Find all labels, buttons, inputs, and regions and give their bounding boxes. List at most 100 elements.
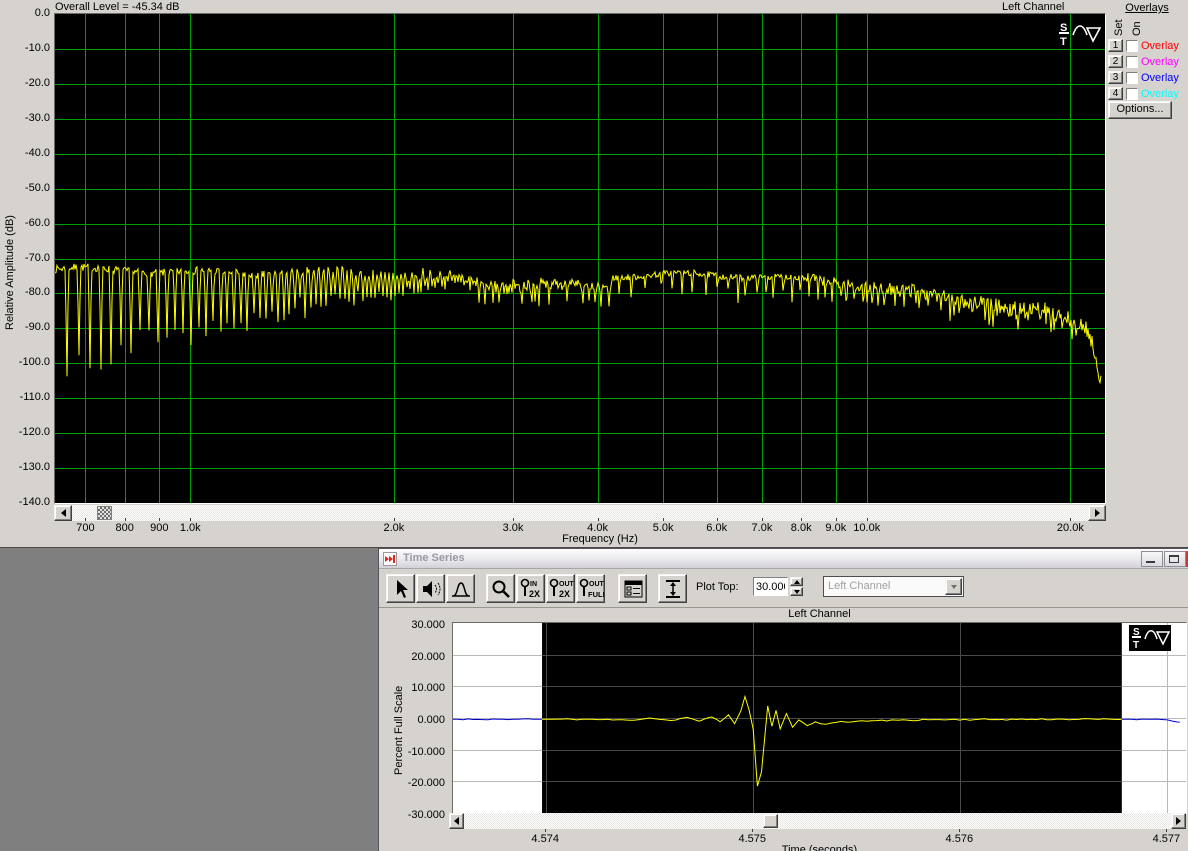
speaker-tool-button[interactable] bbox=[416, 574, 445, 603]
spectrum-plot[interactable]: S T bbox=[54, 13, 1106, 504]
channel-select-value: Left Channel bbox=[828, 580, 890, 592]
left-arrow-icon bbox=[454, 817, 459, 825]
scrollbar-thumb[interactable] bbox=[763, 814, 778, 828]
y-tick-label: -110.0 bbox=[0, 391, 50, 403]
x-tick bbox=[1166, 829, 1167, 832]
zoom-out-full-button[interactable]: OUT FULL bbox=[576, 574, 605, 603]
overlay-set-1-button[interactable]: 1 bbox=[1108, 39, 1123, 52]
plot-top-spinner bbox=[790, 577, 803, 596]
y-tick-label: 10.000 bbox=[379, 682, 445, 694]
channel-select[interactable]: Left Channel bbox=[823, 576, 964, 597]
application-screen: Overall Level = -45.34 dB Left Channel S… bbox=[0, 0, 1188, 851]
y-tick-label: -100.0 bbox=[0, 356, 50, 368]
sine-scale-icon: ST bbox=[1129, 625, 1171, 651]
overlay-set-4-button[interactable]: 4 bbox=[1108, 87, 1123, 100]
overlay-on-2-checkbox[interactable] bbox=[1126, 56, 1138, 68]
y-tick-label: -20.000 bbox=[379, 777, 445, 789]
svg-text:T: T bbox=[1060, 36, 1067, 48]
svg-text:2X: 2X bbox=[529, 589, 540, 599]
spinner-down-button[interactable] bbox=[790, 587, 803, 596]
x-tick bbox=[762, 518, 763, 521]
x-tick bbox=[394, 518, 395, 521]
combo-dropdown-button[interactable] bbox=[945, 578, 962, 595]
overlay-row-2: 2 Overlay bbox=[1108, 54, 1179, 69]
zoom-tool-button[interactable] bbox=[486, 574, 515, 603]
overlay-row-4: 4 Overlay bbox=[1108, 86, 1179, 101]
zoom-out-2x-button[interactable]: OUT 2X bbox=[546, 574, 575, 603]
overall-level-readout: Overall Level = -45.34 dB bbox=[55, 1, 179, 13]
y-tick-label: -140.0 bbox=[0, 496, 50, 508]
x-tick bbox=[85, 518, 86, 521]
x-tick bbox=[513, 518, 514, 521]
time-series-titlebar[interactable]: Time Series bbox=[379, 549, 1188, 569]
time-series-h-scrollbar[interactable] bbox=[449, 813, 1186, 829]
overlay-on-3-checkbox[interactable] bbox=[1126, 72, 1138, 84]
y-tick-label: -10.000 bbox=[379, 746, 445, 758]
right-arrow-icon bbox=[1095, 509, 1100, 517]
overlay-set-2-button[interactable]: 2 bbox=[1108, 55, 1123, 68]
overlay-on-4-checkbox[interactable] bbox=[1126, 88, 1138, 100]
spectrum-plot-svg bbox=[55, 14, 1105, 503]
minimize-icon bbox=[1146, 561, 1155, 563]
time-series-toolbar: IN 2X OUT 2X OUT FULL bbox=[379, 569, 1188, 608]
overlay-2-label: Overlay bbox=[1141, 56, 1179, 68]
x-tick bbox=[717, 518, 718, 521]
window-title: Time Series bbox=[403, 552, 465, 564]
left-arrow-icon bbox=[61, 509, 66, 517]
minimize-button[interactable] bbox=[1141, 551, 1163, 567]
workspace-background bbox=[0, 548, 378, 851]
overlay-4-label: Overlay bbox=[1141, 88, 1179, 100]
x-tick bbox=[867, 518, 868, 521]
sine-scale-icon[interactable]: S T bbox=[1057, 20, 1103, 51]
y-tick-label: 0.0 bbox=[0, 7, 50, 19]
overlay-row-3: 3 Overlay bbox=[1108, 70, 1179, 85]
time-series-plot-title: Left Channel bbox=[453, 608, 1186, 620]
overlay-on-1-checkbox[interactable] bbox=[1126, 40, 1138, 52]
x-tick bbox=[663, 518, 664, 521]
vertical-scale-button[interactable] bbox=[658, 574, 687, 603]
y-tick-label: 30.000 bbox=[379, 619, 445, 631]
scroll-right-button[interactable] bbox=[1171, 813, 1186, 829]
overlay-options-button[interactable]: Options... bbox=[1108, 101, 1172, 119]
x-tick bbox=[125, 518, 126, 521]
peak-curve-tool-button[interactable] bbox=[446, 574, 475, 603]
scroll-left-button[interactable] bbox=[449, 813, 464, 829]
time-series-y-axis-title: Percent Full Scale bbox=[393, 686, 405, 775]
spinner-up-button[interactable] bbox=[790, 577, 803, 586]
zoom-in-2x-button[interactable]: IN 2X bbox=[516, 574, 545, 603]
display-options-button[interactable] bbox=[618, 574, 647, 603]
time-series-x-axis: 4.5744.5754.5764.577 bbox=[452, 829, 1187, 845]
x-tick bbox=[801, 518, 802, 521]
y-tick-label: -30.0 bbox=[0, 112, 50, 124]
overlays-set-column-label: Set bbox=[1113, 19, 1125, 36]
y-tick-label: -50.0 bbox=[0, 182, 50, 194]
spectrum-channel-label: Left Channel bbox=[1002, 1, 1064, 13]
y-tick-label: 0.000 bbox=[379, 714, 445, 726]
pointer-tool-button[interactable] bbox=[386, 574, 415, 603]
maximize-button[interactable] bbox=[1164, 551, 1186, 567]
svg-text:2X: 2X bbox=[559, 589, 570, 599]
y-tick-label: -10.0 bbox=[0, 42, 50, 54]
time-series-plot[interactable]: ST bbox=[452, 622, 1187, 814]
plot-top-input[interactable] bbox=[753, 577, 788, 596]
time-series-window-icon bbox=[383, 552, 397, 566]
time-series-x-axis-title: Time (seconds) bbox=[452, 844, 1187, 851]
y-tick-label: -40.0 bbox=[0, 147, 50, 159]
y-tick-label: 20.000 bbox=[379, 651, 445, 663]
y-tick-label: -130.0 bbox=[0, 461, 50, 473]
svg-text:OUT: OUT bbox=[559, 581, 574, 588]
x-tick bbox=[545, 829, 546, 832]
spectrum-panel: Overall Level = -45.34 dB Left Channel S… bbox=[0, 0, 1188, 548]
svg-text:FULL: FULL bbox=[588, 590, 604, 599]
svg-text:T: T bbox=[1133, 640, 1139, 651]
y-tick-label: -120.0 bbox=[0, 426, 50, 438]
spectrum-y-axis-title: Relative Amplitude (dB) bbox=[4, 215, 16, 330]
x-tick bbox=[1070, 518, 1071, 521]
overlay-3-label: Overlay bbox=[1141, 72, 1179, 84]
y-tick-label: -30.000 bbox=[379, 809, 445, 821]
x-tick bbox=[836, 518, 837, 521]
up-arrow-icon bbox=[794, 580, 800, 584]
x-tick bbox=[752, 829, 753, 832]
overlay-set-3-button[interactable]: 3 bbox=[1108, 71, 1123, 84]
down-arrow-icon bbox=[794, 590, 800, 594]
